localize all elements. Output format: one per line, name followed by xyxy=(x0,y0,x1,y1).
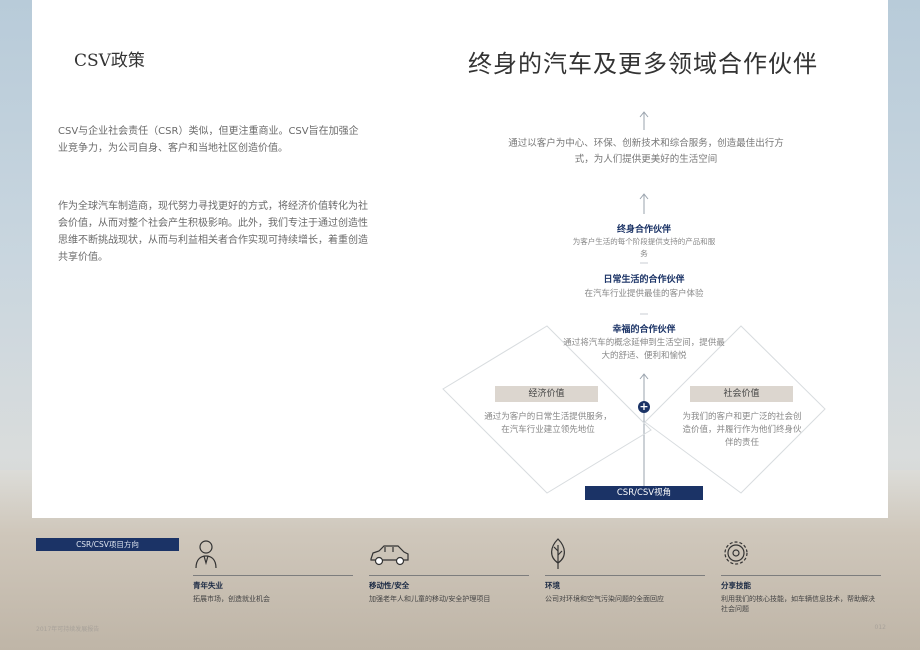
happiness-partner-desc: 通过将汽车的概念延伸到生活空间，提供最大的舒适、便利和愉悦 xyxy=(563,338,725,361)
category-desc: 利用我们的核心技能，如车辆信息技术，帮助解决社会问题 xyxy=(721,595,875,613)
page-number: 012 xyxy=(874,624,886,631)
leaf-icon xyxy=(551,538,565,569)
daily-life-partner-title: 日常生活的合作伙伴 xyxy=(603,275,685,285)
person-icon xyxy=(195,540,217,569)
social-value-label: 社会价值 xyxy=(690,386,793,402)
lifetime-partner-desc: 为客户生活的每个阶段提供支持的产品和服务 xyxy=(572,237,716,258)
category-rule xyxy=(369,575,529,576)
footer-report-title: 2017年可持续发展报告 xyxy=(36,626,100,633)
economic-value-label: 经济价值 xyxy=(495,386,598,402)
car-icon xyxy=(370,545,409,566)
report-page: CSV政策 CSV与企业社会责任（CSR）类似，但更注重商业。CSV旨在加强企业… xyxy=(32,0,888,518)
category-rule xyxy=(193,575,353,576)
category-title: 青年失业 xyxy=(193,581,223,590)
lifetime-partner-title: 终身合作伙伴 xyxy=(616,225,671,235)
category-title: 分享技能 xyxy=(721,581,751,590)
category-title: 移动性/安全 xyxy=(369,581,410,590)
category-rule xyxy=(545,575,705,576)
gear-icon xyxy=(724,541,748,565)
category-environment: 环境 公司对环境和空气污染问题的全面回应 xyxy=(545,537,705,604)
category-rule xyxy=(721,575,881,576)
project-direction-label: CSR/CSV项目方向 xyxy=(36,538,179,551)
category-desc: 加强老年人和儿童的移动/安全护理项目 xyxy=(369,595,491,603)
category-sharing-skills: 分享技能 利用我们的核心技能，如车辆信息技术，帮助解决社会问题 xyxy=(721,537,881,614)
happiness-partner-title: 幸福的合作伙伴 xyxy=(612,325,676,335)
diagram-intro: 通过以客户为中心、环保、创新技术和综合服务，创造最佳出行方式，为人们提供更美好的… xyxy=(508,138,784,165)
category-mobility-safety: 移动性/安全 加强老年人和儿童的移动/安全护理项目 xyxy=(369,537,529,604)
csr-csv-view-label: CSR/CSV视角 xyxy=(585,486,703,500)
category-desc: 公司对环境和空气污染问题的全面回应 xyxy=(545,595,664,603)
category-desc: 拓展市场，创造就业机会 xyxy=(193,595,270,603)
category-youth-unemployment: 青年失业 拓展市场，创造就业机会 xyxy=(193,537,353,604)
economic-value-desc: 通过为客户的日常生活提供服务，在汽车行业建立领先地位 xyxy=(484,412,612,435)
daily-life-partner-desc: 在汽车行业提供最佳的客户体验 xyxy=(584,289,704,299)
plus-icon: + xyxy=(638,400,650,413)
social-value-desc: 为我们的客户和更广泛的社会创造价值，并履行作为他们终身伙伴的责任 xyxy=(682,412,802,448)
category-title: 环境 xyxy=(545,581,560,590)
